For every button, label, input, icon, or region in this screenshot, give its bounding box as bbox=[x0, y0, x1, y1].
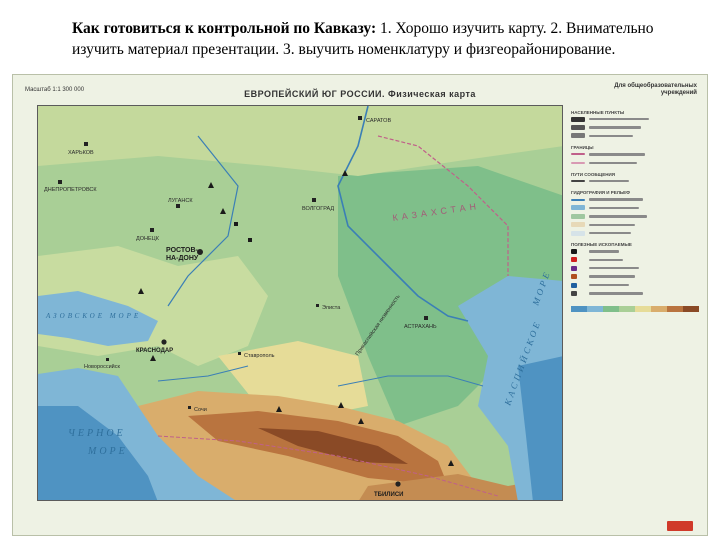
glacier-icon bbox=[571, 230, 585, 236]
gas-icon bbox=[571, 257, 577, 263]
legend-row bbox=[571, 247, 699, 255]
legend-row bbox=[571, 212, 699, 220]
svg-text:Элиста: Элиста bbox=[322, 305, 341, 311]
legend-row bbox=[571, 264, 699, 272]
legend-row bbox=[571, 256, 699, 264]
physical-map: АЗОВСКОЕ МОРЕ ЧЕРНОЕ МОРЕ КАСПИЙСКОЕ МОР… bbox=[38, 106, 562, 500]
legend-row bbox=[571, 229, 699, 237]
city-rostov[interactable]: РОСТОВ- НА-ДОНУ bbox=[166, 247, 203, 262]
copper-icon bbox=[571, 274, 577, 280]
slide-text: Как готовиться к контрольной по Кавказу:… bbox=[72, 18, 692, 60]
svg-text:КРАСНОДАР: КРАСНОДАР bbox=[136, 348, 173, 354]
svg-text:ХАРЬКОВ: ХАРЬКОВ bbox=[68, 150, 94, 156]
city-symbol-icon bbox=[571, 116, 585, 122]
lake-icon bbox=[571, 205, 585, 211]
map-legend: НАСЕЛЕННЫЕ ПУНКТЫ ГРАНИЦЫ ПУТИ СООБЩЕНИЯ… bbox=[571, 105, 699, 525]
legend-row bbox=[571, 289, 699, 297]
legend-row bbox=[571, 221, 699, 229]
legend-row bbox=[571, 195, 699, 203]
map-frame[interactable]: АЗОВСКОЕ МОРЕ ЧЕРНОЕ МОРЕ КАСПИЙСКОЕ МОР… bbox=[37, 105, 563, 501]
slide-heading-bold: Как готовиться к контрольной по Кавказу: bbox=[72, 20, 377, 37]
legend-row bbox=[571, 159, 699, 167]
oil-icon bbox=[571, 248, 577, 254]
svg-text:САРАТОВ: САРАТОВ bbox=[366, 118, 391, 124]
border-line-icon bbox=[571, 153, 585, 156]
svg-text:Новороссийск: Новороссийск bbox=[84, 363, 120, 370]
svg-text:Ставрополь: Ставрополь bbox=[244, 353, 275, 359]
salt-icon bbox=[571, 282, 577, 288]
svg-text:АСТРАХАНЬ: АСТРАХАНЬ bbox=[404, 324, 437, 330]
legend-row bbox=[571, 281, 699, 289]
svg-text:ЛУГАНСК: ЛУГАНСК bbox=[168, 198, 193, 204]
region-border-icon bbox=[571, 161, 585, 164]
elevation-scale bbox=[571, 305, 699, 312]
svg-text:ДОНЕЦК: ДОНЕЦК bbox=[136, 236, 160, 242]
legend-row bbox=[571, 115, 699, 123]
map-audience: Для общеобразовательных учреждений bbox=[614, 83, 697, 96]
legend-row bbox=[571, 132, 699, 140]
railway-icon bbox=[571, 180, 585, 183]
legend-row bbox=[571, 123, 699, 131]
coal-icon bbox=[571, 290, 577, 296]
legend-row bbox=[571, 204, 699, 212]
svg-text:ВОЛГОГРАД: ВОЛГОГРАД bbox=[302, 206, 334, 212]
map-title: ЕВРОПЕЙСКИЙ ЮГ РОССИИ. Физическая карта bbox=[244, 89, 476, 99]
svg-text:Сочи: Сочи bbox=[194, 407, 207, 413]
legend-row bbox=[571, 177, 699, 185]
marsh-icon bbox=[571, 213, 585, 219]
black-sea-label-1: ЧЕРНОЕ bbox=[68, 428, 126, 439]
sand-icon bbox=[571, 222, 585, 228]
svg-text:НА-ДОНУ: НА-ДОНУ bbox=[166, 255, 199, 262]
svg-text:ТБИЛИСИ: ТБИЛИСИ bbox=[374, 492, 403, 498]
svg-text:ДНЕПРОПЕТРОВСК: ДНЕПРОПЕТРОВСК bbox=[44, 187, 97, 193]
azov-sea-label: АЗОВСКОЕ МОРЕ bbox=[45, 312, 141, 320]
city-stavropol[interactable]: Ставрополь bbox=[238, 352, 275, 359]
ore-icon bbox=[571, 265, 577, 271]
map-sheet: Масштаб 1:1 300 000 ЕВРОПЕЙСКИЙ ЮГ РОССИ… bbox=[12, 74, 708, 536]
legend-row bbox=[571, 272, 699, 280]
black-sea-label-2: МОРЕ bbox=[87, 446, 128, 457]
river-icon bbox=[571, 198, 585, 201]
town-symbol-icon bbox=[571, 125, 585, 131]
svg-text:РОСТОВ-: РОСТОВ- bbox=[166, 247, 199, 254]
legend-row bbox=[571, 150, 699, 158]
village-symbol-icon bbox=[571, 133, 585, 139]
publisher-logo bbox=[667, 521, 693, 531]
